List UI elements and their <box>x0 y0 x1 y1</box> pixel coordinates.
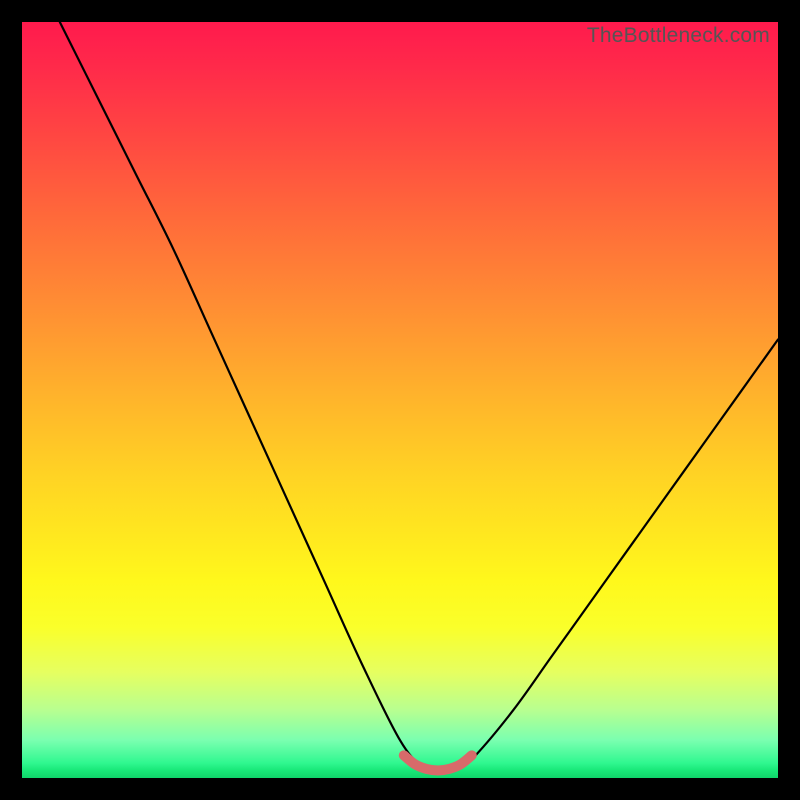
flat-region-highlight <box>404 755 472 770</box>
chart-frame: TheBottleneck.com <box>0 0 800 800</box>
curve-layer <box>22 22 778 778</box>
bottleneck-curve <box>60 22 778 771</box>
plot-area: TheBottleneck.com <box>22 22 778 778</box>
